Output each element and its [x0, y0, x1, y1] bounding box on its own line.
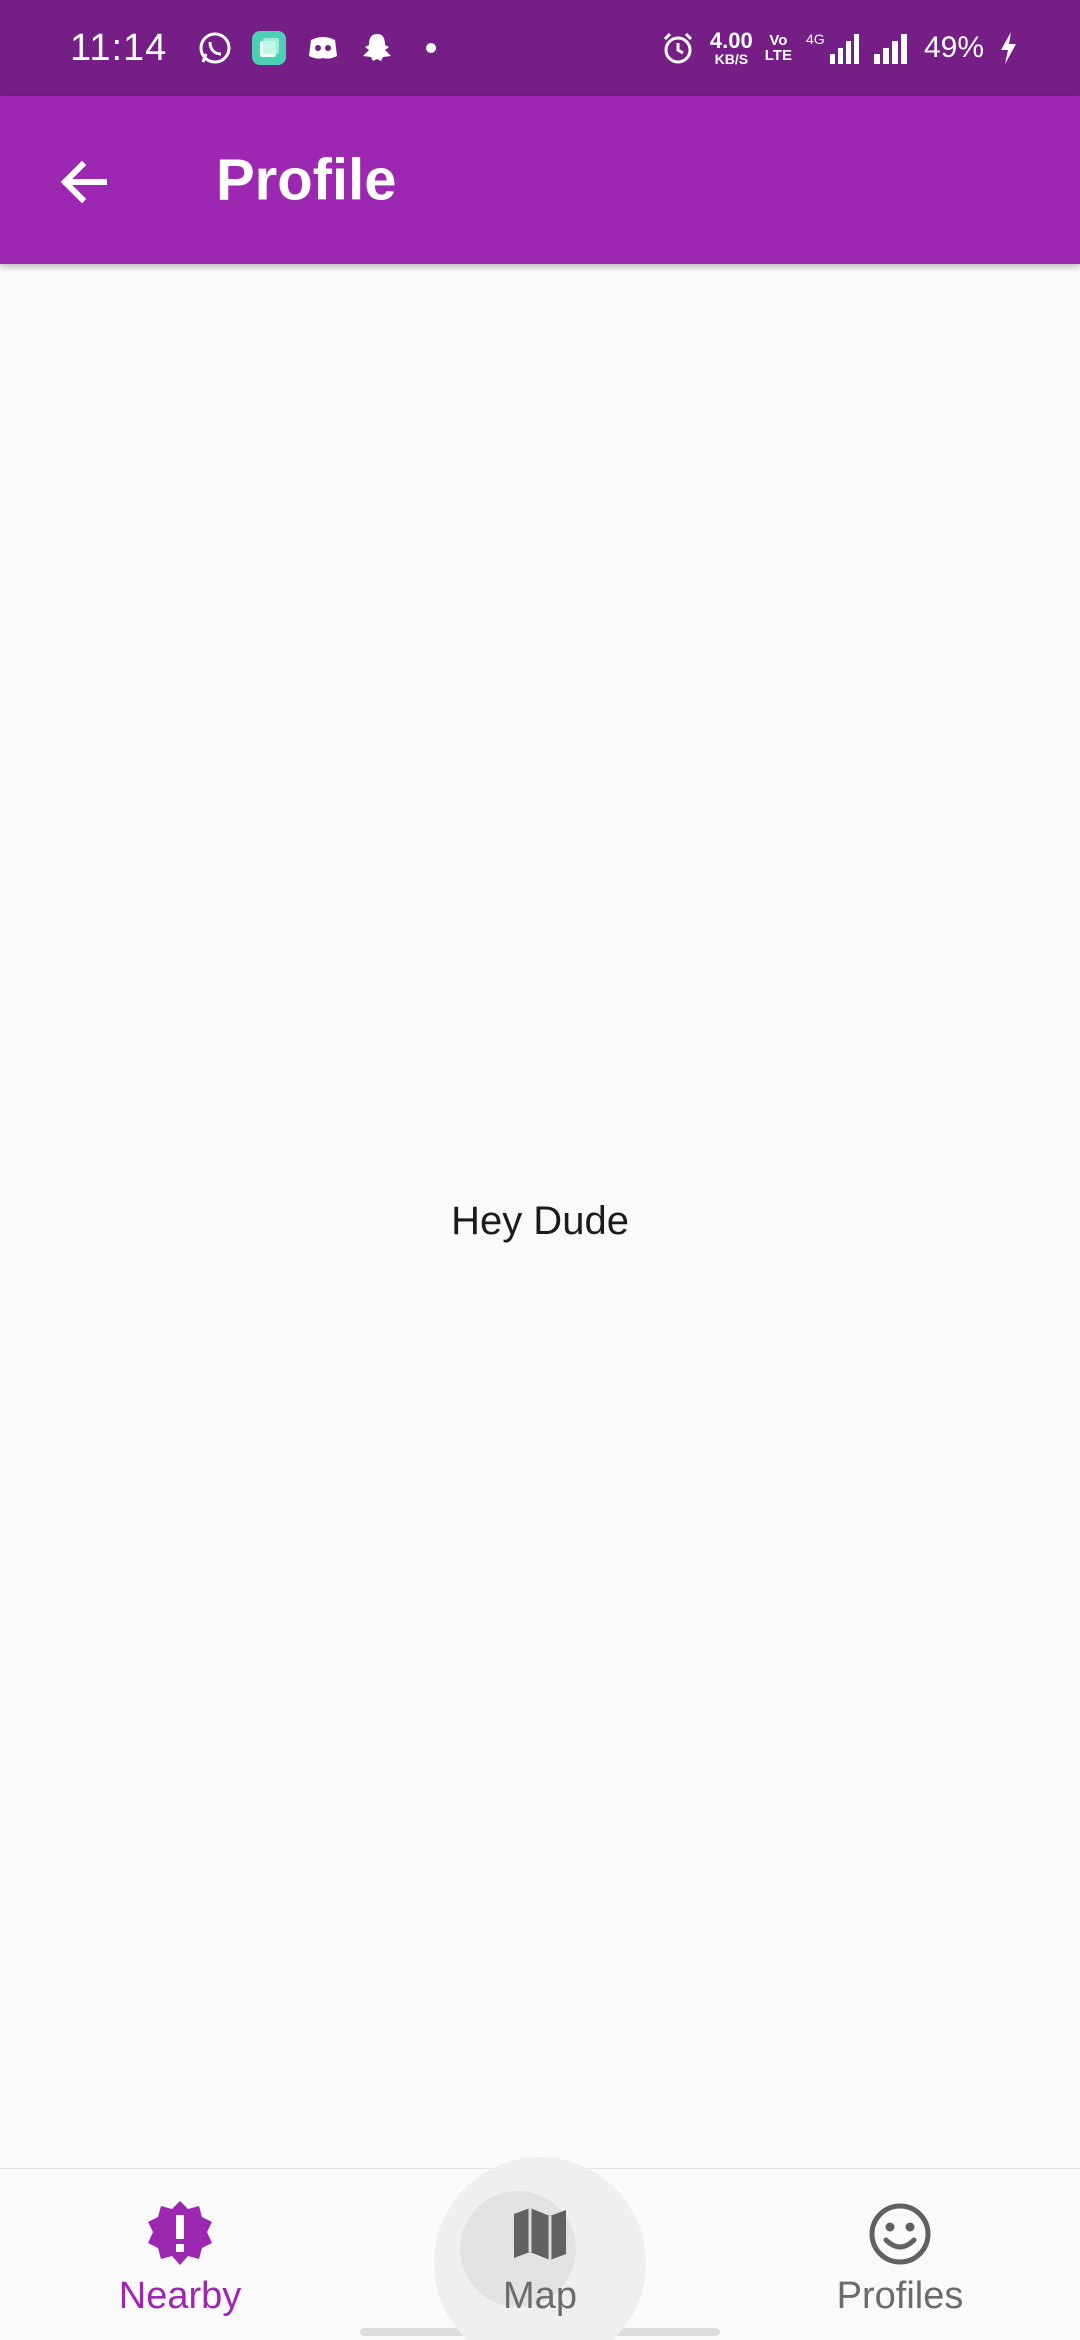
nav-label-profiles: Profiles — [836, 2275, 964, 2317]
network-type-label: 4G — [806, 31, 825, 47]
page-title: Profile — [216, 147, 397, 213]
nav-item-profiles[interactable]: Profiles — [720, 2169, 1080, 2340]
volte-indicator: Vo LTE — [765, 33, 792, 63]
arrow-back-icon — [60, 160, 107, 204]
app-bar: Profile — [0, 96, 1080, 264]
profile-screen: 11:14 4.00 KB/S Vo LTE 4G 49% Profile He… — [0, 0, 1080, 2340]
notification-icons — [195, 28, 451, 68]
network-speed-value: 4.00 — [709, 28, 753, 53]
status-bar: 11:14 4.00 KB/S Vo LTE 4G 49% — [0, 0, 1080, 96]
signal-icon — [872, 28, 912, 68]
whatsapp-icon — [195, 28, 235, 68]
snapchat-icon — [357, 28, 397, 68]
map-icon — [505, 2199, 575, 2269]
main-content: Hey Dude — [0, 264, 1080, 2168]
signal-4g-icon: 4G — [804, 28, 860, 68]
app-icon — [249, 28, 289, 68]
notification-dot-icon — [411, 28, 451, 68]
discord-icon — [303, 28, 343, 68]
network-speed-unit: KB/S — [714, 51, 749, 67]
volte-top: Vo — [769, 32, 788, 49]
volte-bottom: LTE — [764, 47, 792, 64]
network-speed: 4.00 KB/S — [709, 28, 753, 67]
alarm-icon — [658, 28, 698, 68]
charging-bolt-icon — [996, 28, 1020, 68]
nav-label-nearby: Nearby — [118, 2275, 242, 2317]
greeting-text: Hey Dude — [451, 1198, 629, 1243]
bottom-navigation: Nearby Map Profiles — [0, 2157, 1080, 2340]
nav-item-nearby[interactable]: Nearby — [0, 2169, 360, 2340]
system-icons: 4.00 KB/S Vo LTE 4G 49% — [658, 28, 1020, 68]
smiley-face-icon — [865, 2199, 935, 2269]
nav-item-map[interactable]: Map — [360, 2157, 720, 2340]
new-releases-icon — [145, 2199, 215, 2269]
battery-percent: 49% — [923, 31, 984, 64]
status-time: 11:14 — [70, 26, 168, 69]
nav-label-map: Map — [503, 2275, 577, 2317]
back-button[interactable] — [36, 134, 132, 230]
